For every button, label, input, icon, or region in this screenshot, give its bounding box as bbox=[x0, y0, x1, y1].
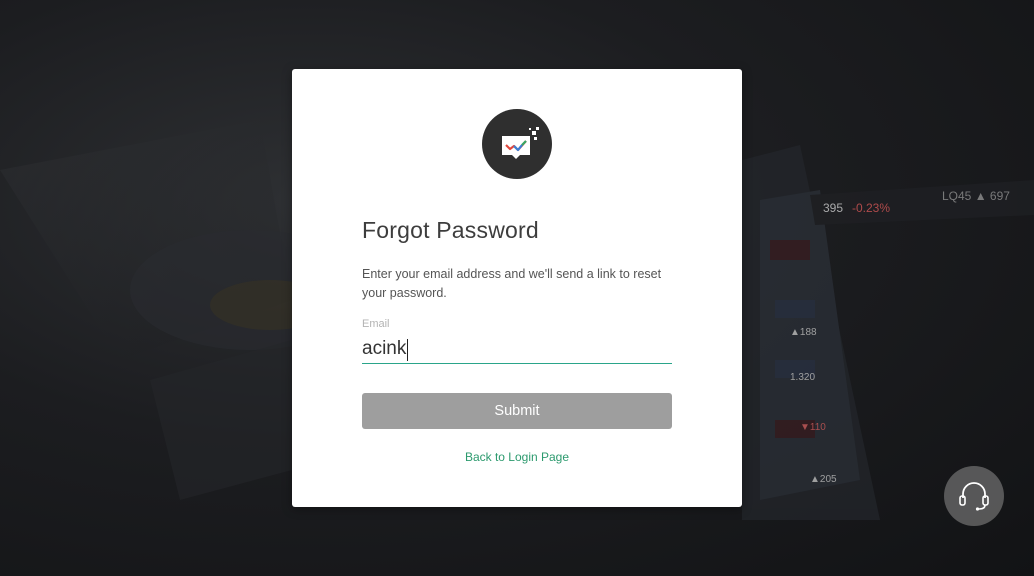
svg-text:▲188: ▲188 bbox=[790, 327, 817, 338]
instructions-text: Enter your email address and we'll send … bbox=[362, 267, 662, 300]
email-input[interactable] bbox=[362, 335, 672, 364]
app-logo bbox=[482, 109, 552, 179]
svg-text:▼110: ▼110 bbox=[800, 422, 826, 433]
forgot-password-card: Forgot Password Enter your email address… bbox=[292, 69, 742, 507]
chat-bubble-checkmark-icon bbox=[502, 127, 539, 159]
svg-text:-0.23%: -0.23% bbox=[852, 201, 890, 215]
svg-text:1.320: 1.320 bbox=[790, 372, 815, 383]
svg-text:LQ45 ▲ 697: LQ45 ▲ 697 bbox=[942, 189, 1010, 203]
svg-text:▲205: ▲205 bbox=[810, 474, 837, 485]
email-label: Email bbox=[362, 318, 390, 330]
submit-button[interactable]: Submit bbox=[362, 393, 672, 429]
page-title: Forgot Password bbox=[362, 217, 539, 243]
back-to-login-link[interactable]: Back to Login Page bbox=[362, 450, 672, 464]
headset-icon bbox=[959, 482, 989, 511]
support-chat-button[interactable] bbox=[944, 466, 1004, 526]
svg-text:395: 395 bbox=[823, 201, 843, 215]
text-caret bbox=[407, 339, 408, 361]
